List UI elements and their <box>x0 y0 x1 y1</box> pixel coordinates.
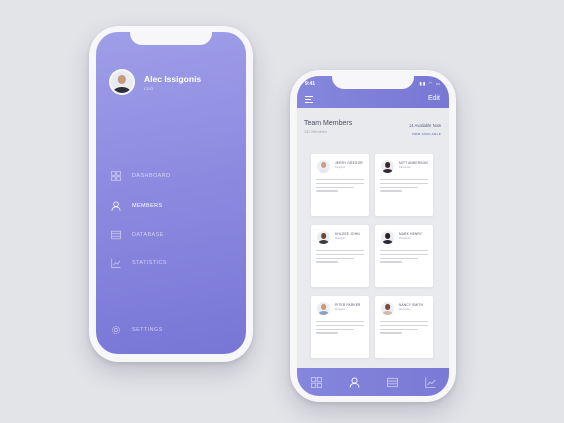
menu-item-members[interactable]: MEMBERS <box>111 201 163 211</box>
avatar <box>316 159 331 174</box>
tab-database[interactable] <box>386 377 398 388</box>
avatar <box>380 230 395 245</box>
chart-icon <box>424 377 435 388</box>
member-name: MITT ANDERSON <box>399 161 428 165</box>
member-card[interactable]: JERRY GREGOR Designer <box>311 154 369 216</box>
tab-dashboard[interactable] <box>310 376 322 388</box>
menu-label-statistics: STATISTICS <box>132 260 167 266</box>
member-bio <box>316 179 364 194</box>
avatar <box>380 159 395 174</box>
page-title: Team Members <box>304 120 353 127</box>
member-name: JERRY GREGOR <box>335 161 363 165</box>
avatar <box>380 301 395 316</box>
database-icon <box>386 377 398 387</box>
member-role: Marketing <box>399 308 411 311</box>
menu-label-settings: SETTINGS <box>132 327 163 333</box>
member-role: Designer <box>335 308 346 311</box>
notch <box>332 76 414 89</box>
menu-item-dashboard[interactable]: DASHBOARD <box>111 171 170 181</box>
notch <box>130 32 212 45</box>
gear-icon <box>112 326 120 334</box>
member-card[interactable]: KHLOEE JOHN Manager <box>311 225 369 287</box>
user-icon <box>111 201 121 211</box>
menu-label-database: DATABASE <box>132 232 164 238</box>
database-icon <box>111 230 121 240</box>
team-phone: 9:41 ▮▮ ◠ ▭ Edit Team Members 132 Member… <box>290 70 456 402</box>
hamburger-menu-icon[interactable] <box>305 96 313 104</box>
user-icon <box>349 377 359 387</box>
member-card[interactable]: MITT ANDERSON Developer <box>375 154 433 216</box>
menu-screen: Alec Issigonis CEO DASHBOARD MEMBERS DAT… <box>96 32 246 354</box>
edit-button[interactable]: Edit <box>428 95 440 102</box>
member-bio <box>316 250 364 265</box>
member-name: MARK HENRY <box>399 232 423 236</box>
member-bio <box>380 250 428 265</box>
member-role: Manager <box>335 237 346 240</box>
tab-bar <box>297 368 449 396</box>
tab-members[interactable] <box>349 377 360 388</box>
view-available-link[interactable]: VIEW AVAILABLE <box>412 132 441 136</box>
avatar <box>316 301 331 316</box>
profile-role: CEO <box>144 85 154 91</box>
member-name: PITER PARKER <box>335 303 361 307</box>
tab-statistics[interactable] <box>424 377 436 388</box>
menu-item-database[interactable]: DATABASE <box>111 230 164 240</box>
avatar <box>316 230 331 245</box>
member-role: Developer <box>399 237 411 240</box>
member-grid: JERRY GREGOR Designer MITT ANDERSON Deve… <box>311 154 436 358</box>
menu-phone: Alec Issigonis CEO DASHBOARD MEMBERS DAT… <box>89 26 253 362</box>
header: 9:41 ▮▮ ◠ ▭ Edit <box>297 76 449 108</box>
menu-label-dashboard: DASHBOARD <box>132 173 171 179</box>
member-role: Developer <box>399 166 411 169</box>
dashboard-grid-icon <box>111 171 121 181</box>
member-name: KHLOEE JOHN <box>335 232 360 236</box>
member-card[interactable]: PITER PARKER Designer <box>311 296 369 358</box>
member-bio <box>380 321 428 336</box>
team-screen: 9:41 ▮▮ ◠ ▭ Edit Team Members 132 Member… <box>297 76 449 396</box>
user-profile[interactable]: Alec Issigonis CEO <box>109 69 201 95</box>
member-name: NANCY SMITH <box>399 303 424 307</box>
status-icons: ▮▮ ◠ ▭ <box>419 81 441 86</box>
avatar <box>109 69 135 95</box>
member-card[interactable]: NANCY SMITH Marketing <box>375 296 433 358</box>
available-count: 14 Available Now <box>408 123 441 128</box>
status-time: 9:41 <box>305 81 316 87</box>
dashboard-grid-icon <box>310 376 322 388</box>
menu-item-settings[interactable]: SETTINGS <box>111 325 163 335</box>
menu-label-members: MEMBERS <box>132 203 163 209</box>
member-bio <box>316 321 364 336</box>
profile-name: Alec Issigonis <box>144 73 202 84</box>
member-count: 132 Members <box>304 130 328 134</box>
menu-item-statistics[interactable]: STATISTICS <box>111 258 167 268</box>
member-bio <box>380 179 428 194</box>
member-role: Designer <box>335 166 346 169</box>
chart-icon <box>111 258 121 268</box>
member-card[interactable]: MARK HENRY Developer <box>375 225 433 287</box>
